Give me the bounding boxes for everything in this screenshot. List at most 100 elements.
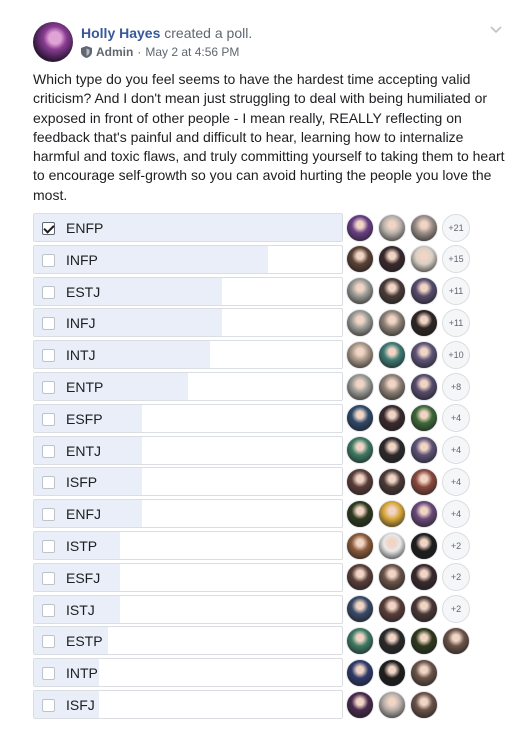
more-voters-count[interactable]: +15 <box>442 245 470 274</box>
voter-avatar[interactable] <box>410 340 438 369</box>
poll-option-bar[interactable]: INFJ <box>33 308 343 338</box>
more-voters-count[interactable]: +2 <box>442 595 470 624</box>
poll-option-bar[interactable]: ESFJ <box>33 562 343 592</box>
voter-avatar[interactable] <box>378 626 406 655</box>
poll-option-bar[interactable]: ESTJ <box>33 276 343 306</box>
checkbox[interactable] <box>42 412 55 426</box>
poll-option-row[interactable]: INTP <box>33 658 503 688</box>
checkbox[interactable] <box>42 540 55 553</box>
more-voters-count[interactable]: +4 <box>442 404 470 433</box>
poll-option-row[interactable]: ESFJ +2 <box>33 562 503 592</box>
voter-avatar[interactable] <box>378 563 406 592</box>
poll-option-row[interactable]: ESTJ +11 <box>33 276 503 306</box>
more-voters-count[interactable]: +2 <box>442 531 470 560</box>
voter-avatar[interactable] <box>442 626 470 655</box>
checkbox[interactable] <box>42 285 55 299</box>
voter-avatar[interactable] <box>346 213 374 242</box>
voter-avatar[interactable] <box>410 531 438 560</box>
voter-avatar[interactable] <box>346 436 374 465</box>
voter-avatar[interactable] <box>410 277 438 306</box>
checkbox[interactable] <box>42 317 55 331</box>
poll-option-bar[interactable]: INTP <box>33 658 343 688</box>
poll-option-bar[interactable]: INFP <box>33 244 343 274</box>
poll-option-row[interactable]: ENFJ +4 <box>33 499 503 529</box>
voter-avatar[interactable] <box>378 531 406 560</box>
poll-option-bar[interactable]: ISTP <box>33 531 343 560</box>
more-voters-count[interactable]: +2 <box>442 563 470 592</box>
poll-option-row[interactable]: ESFP +4 <box>33 403 503 433</box>
voter-avatar[interactable] <box>346 499 374 528</box>
voter-avatar[interactable] <box>378 595 406 624</box>
checkbox-checked[interactable] <box>42 222 55 235</box>
checkbox[interactable] <box>42 381 55 394</box>
poll-option-bar[interactable]: ENFJ <box>33 499 343 529</box>
voter-avatar[interactable] <box>410 658 438 687</box>
voter-avatar[interactable] <box>410 436 438 465</box>
poll-option-bar[interactable]: ISFP <box>33 467 343 497</box>
voter-avatar[interactable] <box>410 595 438 624</box>
voter-avatar[interactable] <box>410 308 438 337</box>
checkbox[interactable] <box>42 667 55 681</box>
post-timestamp[interactable]: May 2 at 4:56 PM <box>145 45 239 59</box>
checkbox[interactable] <box>42 571 55 585</box>
poll-option-row[interactable]: ISTJ +2 <box>33 594 503 624</box>
poll-option-bar[interactable]: ENTP <box>33 372 343 401</box>
checkbox[interactable] <box>42 508 55 522</box>
checkbox[interactable] <box>42 253 55 267</box>
voter-avatar[interactable] <box>346 563 374 592</box>
poll-option-row[interactable]: ISFJ <box>33 690 503 719</box>
voter-avatar[interactable] <box>410 404 438 433</box>
chevron-down-icon[interactable] <box>489 22 503 36</box>
poll-option-bar[interactable]: ISTJ <box>33 594 343 624</box>
voter-avatar[interactable] <box>378 404 406 433</box>
poll-option-bar[interactable]: INTJ <box>33 340 343 370</box>
poll-option-bar[interactable]: ESTP <box>33 626 343 656</box>
voter-avatar[interactable] <box>346 531 374 560</box>
voter-avatar[interactable] <box>346 626 374 655</box>
more-voters-count[interactable]: +4 <box>442 436 470 465</box>
voter-avatar[interactable] <box>410 690 438 719</box>
poll-option-row[interactable]: ISTP +2 <box>33 531 503 560</box>
voter-avatar[interactable] <box>378 436 406 465</box>
poll-option-bar[interactable]: ENFP <box>33 213 343 242</box>
checkbox[interactable] <box>42 699 55 712</box>
more-voters-count[interactable]: +4 <box>442 499 470 528</box>
voter-avatar[interactable] <box>378 658 406 687</box>
voter-avatar[interactable] <box>410 563 438 592</box>
voter-avatar[interactable] <box>378 245 406 274</box>
poll-option-row[interactable]: ENFP +21 <box>33 213 503 242</box>
voter-avatar[interactable] <box>378 277 406 306</box>
poll-option-row[interactable]: ENTJ +4 <box>33 435 503 465</box>
voter-avatar[interactable] <box>410 626 438 655</box>
voter-avatar[interactable] <box>346 404 374 433</box>
checkbox[interactable] <box>42 476 55 490</box>
poll-option-row[interactable]: INTJ +10 <box>33 340 503 370</box>
checkbox[interactable] <box>42 603 55 617</box>
voter-avatar[interactable] <box>378 499 406 528</box>
voter-avatar[interactable] <box>346 308 374 337</box>
voter-avatar[interactable] <box>346 245 374 274</box>
checkbox[interactable] <box>42 349 55 363</box>
author-name-link[interactable]: Holly Hayes <box>81 25 160 41</box>
voter-avatar[interactable] <box>346 340 374 369</box>
voter-avatar[interactable] <box>378 372 406 401</box>
voter-avatar[interactable] <box>378 308 406 337</box>
poll-option-row[interactable]: INFP +15 <box>33 244 503 274</box>
voter-avatar[interactable] <box>378 467 406 496</box>
voter-avatar[interactable] <box>346 467 374 496</box>
voter-avatar[interactable] <box>378 690 406 719</box>
poll-option-bar[interactable]: ENTJ <box>33 435 343 465</box>
voter-avatar[interactable] <box>378 340 406 369</box>
voter-avatar[interactable] <box>346 277 374 306</box>
voter-avatar[interactable] <box>346 372 374 401</box>
author-avatar[interactable] <box>33 22 73 62</box>
poll-option-row[interactable]: ISFP +4 <box>33 467 503 497</box>
poll-option-row[interactable]: ENTP +8 <box>33 372 503 401</box>
poll-option-bar[interactable]: ESFP <box>33 403 343 433</box>
voter-avatar[interactable] <box>410 372 438 401</box>
more-voters-count[interactable]: +11 <box>442 308 470 337</box>
poll-option-row[interactable]: ESTP <box>33 626 503 656</box>
more-voters-count[interactable]: +11 <box>442 277 470 306</box>
more-voters-count[interactable]: +10 <box>442 340 470 369</box>
voter-avatar[interactable] <box>410 467 438 496</box>
